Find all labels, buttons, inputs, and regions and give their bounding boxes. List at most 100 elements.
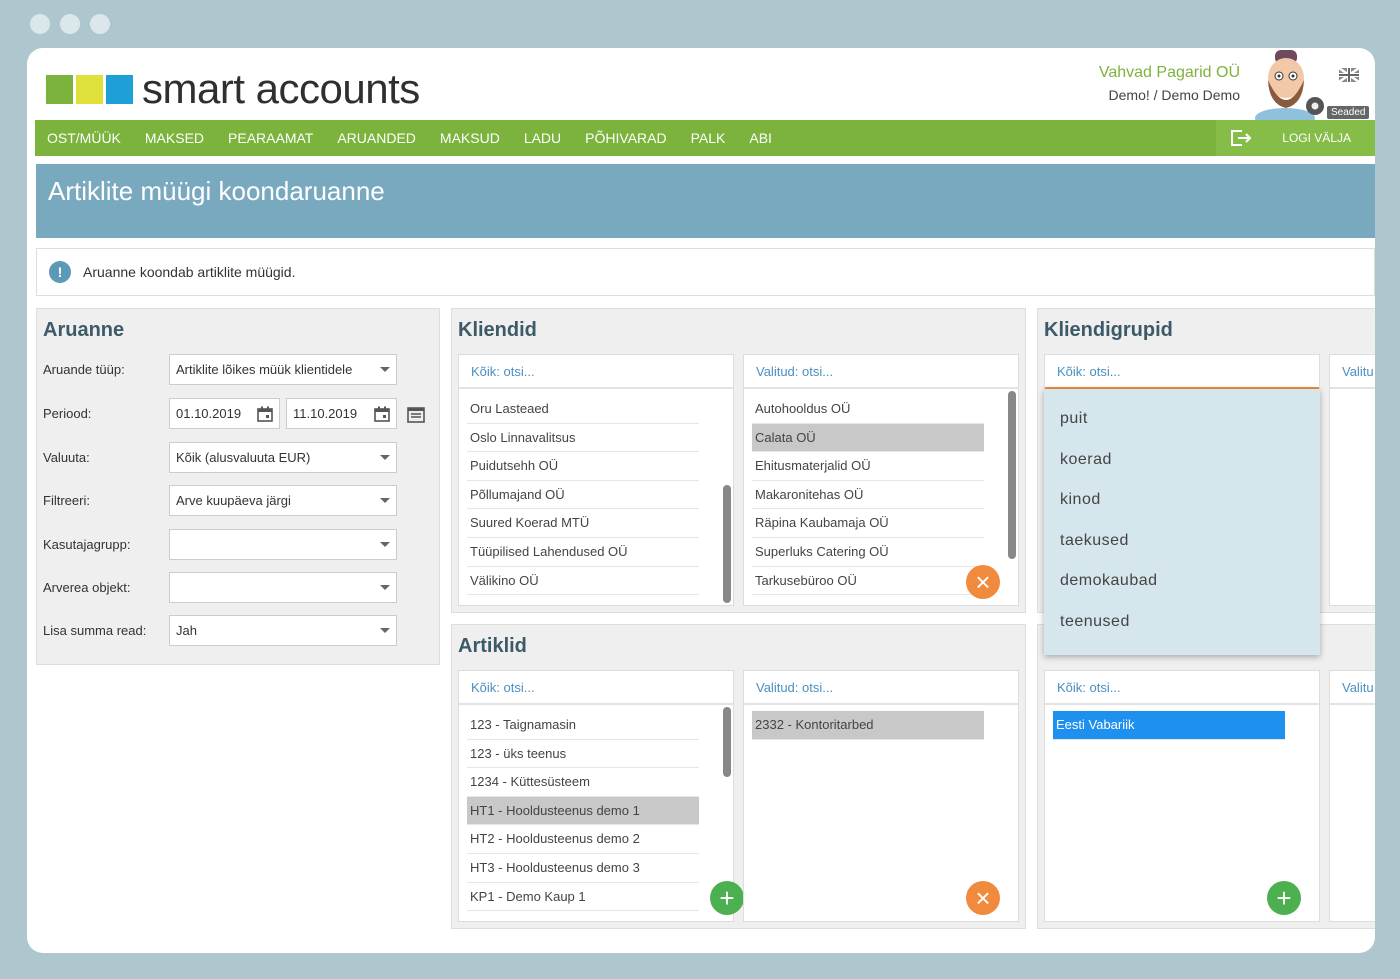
select-value: Kõik (alusvaluuta EUR) <box>176 450 311 465</box>
dropdown-option[interactable]: demokaubad <box>1060 561 1320 602</box>
list-item[interactable]: 123 - üks teenus <box>467 740 699 769</box>
main-nav: OST/MÜÜK MAKSED PEARAAMAT ARUANDED MAKSU… <box>35 120 1375 156</box>
nav-item-maksed[interactable]: MAKSED <box>133 120 216 156</box>
list-item[interactable]: 123 - Taignamasin <box>467 711 699 740</box>
nav-item-ladu[interactable]: LADU <box>512 120 573 156</box>
window-dot[interactable] <box>30 14 50 34</box>
list-item[interactable]: HT2 - Hooldusteenus demo 2 <box>467 825 699 854</box>
list-item-selected[interactable]: HT1 - Hooldusteenus demo 1 <box>467 796 699 826</box>
window-dot[interactable] <box>90 14 110 34</box>
add-sum-rows-select[interactable]: Jah <box>169 615 397 646</box>
list-item[interactable]: Autohooldus OÜ <box>752 395 984 424</box>
list-item[interactable]: KP1 - Demo Kaup 1 <box>467 883 699 912</box>
invoice-row-object-select[interactable] <box>169 572 397 603</box>
uk-flag-icon[interactable] <box>1339 68 1359 82</box>
logo-square-yellow-icon <box>76 74 103 104</box>
nav-item-abi[interactable]: ABI <box>737 120 784 156</box>
client-groups-selected-search[interactable]: Valitu <box>1330 355 1375 389</box>
dropdown-option[interactable]: puit <box>1060 399 1320 440</box>
list-item-selected[interactable]: Eesti Vabariik <box>1053 711 1285 740</box>
client-groups-selected-list: Valitu <box>1329 354 1375 606</box>
scrollbar[interactable] <box>723 485 731 603</box>
list-item-selected[interactable]: Calata OÜ <box>752 423 984 453</box>
list-item[interactable]: Ehitusmaterjalid OÜ <box>752 452 984 481</box>
user-group-select[interactable] <box>169 529 397 560</box>
list-item[interactable]: Oru Lasteaed <box>467 395 699 424</box>
nav-item-maksud[interactable]: MAKSUD <box>428 120 512 156</box>
nav-item-pohivarad[interactable]: PÕHIVARAD <box>573 120 678 156</box>
dropdown-option[interactable]: taekused <box>1060 521 1320 562</box>
scrollbar[interactable] <box>723 707 731 777</box>
calendar-icon[interactable] <box>257 406 273 422</box>
list-item[interactable]: Puidutsehh OÜ <box>467 452 699 481</box>
list-item[interactable]: HT3 - Hooldusteenus demo 3 <box>467 854 699 883</box>
list-item[interactable]: Tarkusebüroo OÜ <box>752 567 984 596</box>
company-name[interactable]: Vahvad Pagarid OÜ <box>1099 64 1240 82</box>
dropdown-option[interactable]: kinod <box>1060 480 1320 521</box>
add-region-button[interactable]: + <box>1267 881 1301 915</box>
select-value: Jah <box>176 623 197 638</box>
avatar-icon[interactable] <box>1253 48 1333 120</box>
regions-selected-search[interactable]: Valitu <box>1330 671 1375 705</box>
list-item[interactable]: Oslo Linnavalitsus <box>467 424 699 453</box>
chevron-down-icon <box>380 542 390 547</box>
logout-label: LOGI VÄLJA <box>1282 131 1351 145</box>
calendar-icon[interactable] <box>374 406 390 422</box>
field-filter: Filtreeri: Arve kuupäeva järgi <box>43 485 397 516</box>
articles-selected-search[interactable]: Valitud: otsi... <box>744 671 1018 705</box>
client-groups-all-search[interactable]: Kõik: otsi... <box>1045 355 1319 389</box>
period-to-input[interactable]: 11.10.2019 <box>286 398 397 429</box>
list-item[interactable]: Põllumajand OÜ <box>467 481 699 510</box>
add-article-button[interactable]: + <box>710 881 744 915</box>
articles-title: Artiklid <box>458 635 527 657</box>
list-item[interactable]: Räpina Kaubamaja OÜ <box>752 509 984 538</box>
plus-icon: + <box>719 883 735 913</box>
client-groups-dropdown: puit koerad kinod taekused demokaubad te… <box>1044 389 1320 655</box>
info-text: Aruanne koondab artiklite müügid. <box>83 264 296 280</box>
period-from-input[interactable]: 01.10.2019 <box>169 398 280 429</box>
logout-icon <box>1231 130 1252 146</box>
remove-client-button[interactable]: × <box>966 565 1000 599</box>
clients-selected-items: Autohooldus OÜ Calata OÜ Ehitusmaterjali… <box>744 389 1018 596</box>
list-item[interactable]: 1234 - Küttesüsteem <box>467 768 699 797</box>
regions-selected-list: Valitu <box>1329 670 1375 922</box>
articles-all-search[interactable]: Kõik: otsi... <box>459 671 733 705</box>
logo-square-green-icon <box>46 74 73 104</box>
scrollbar[interactable] <box>1008 391 1016 559</box>
list-item-selected[interactable]: 2332 - Kontoritarbed <box>752 711 984 740</box>
report-type-select[interactable]: Artiklite lõikes müük klientidele <box>169 354 397 385</box>
logo[interactable]: smart accounts <box>46 68 420 110</box>
chevron-down-icon <box>380 455 390 460</box>
dropdown-option[interactable]: koerad <box>1060 440 1320 481</box>
settings-badge[interactable]: Seaded <box>1327 106 1370 119</box>
nav-item-palk[interactable]: PALK <box>679 120 738 156</box>
clients-all-search[interactable]: Kõik: otsi... <box>459 355 733 389</box>
list-item[interactable]: Suured Koerad MTÜ <box>467 509 699 538</box>
period-picker-icon[interactable] <box>407 405 425 423</box>
regions-all-search[interactable]: Kõik: otsi... <box>1045 671 1319 705</box>
window-dot[interactable] <box>60 14 80 34</box>
list-item[interactable]: Välikino OÜ <box>467 567 699 596</box>
field-label: Arverea objekt: <box>43 580 131 595</box>
field-period: Periood: 01.10.2019 11.10.2019 <box>43 398 425 429</box>
nav-item-aruanded[interactable]: ARUANDED <box>325 120 428 156</box>
list-item[interactable]: Makaronitehas OÜ <box>752 481 984 510</box>
remove-article-button[interactable]: × <box>966 881 1000 915</box>
field-user-group: Kasutajagrupp: <box>43 529 397 560</box>
filter-select[interactable]: Arve kuupäeva järgi <box>169 485 397 516</box>
currency-select[interactable]: Kõik (alusvaluuta EUR) <box>169 442 397 473</box>
nav-item-pearaamat[interactable]: PEARAAMAT <box>216 120 325 156</box>
articles-all-list: Kõik: otsi... 123 - Taignamasin 123 - ük… <box>458 670 744 922</box>
report-title: Aruanne <box>43 319 125 341</box>
dropdown-option[interactable]: teenused <box>1060 602 1320 643</box>
logo-text: smart accounts <box>142 65 420 112</box>
plus-icon: + <box>1276 883 1292 913</box>
chevron-down-icon <box>380 628 390 633</box>
list-item[interactable]: Superluks Catering OÜ <box>752 538 984 567</box>
clients-selected-search[interactable]: Valitud: otsi... <box>744 355 1018 389</box>
logout-button[interactable]: LOGI VÄLJA <box>1216 120 1375 156</box>
field-invoice-row-object: Arverea objekt: <box>43 572 397 603</box>
list-item[interactable]: Tüüpilised Lahendused OÜ <box>467 538 699 567</box>
client-groups-title: Kliendigrupid <box>1044 319 1173 341</box>
nav-item-ost-muuk[interactable]: OST/MÜÜK <box>35 120 133 156</box>
